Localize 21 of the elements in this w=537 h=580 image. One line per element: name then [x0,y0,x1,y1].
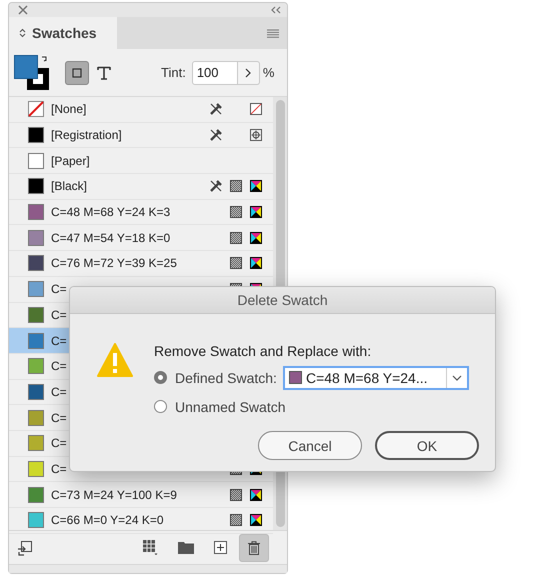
swatch-name: C=48 M=68 Y=24 K=3 [51,205,172,220]
swatch-name: C= [51,410,68,425]
swatch-name: C=66 M=0 Y=24 K=0 [51,513,165,528]
swatch-name: C=73 M=24 Y=100 K=9 [51,488,178,502]
swatch-name: C= [51,308,68,322]
swatch-name: C= [51,384,68,399]
swatch-name: [Paper] [51,154,91,168]
swatch-name: [Registration] [51,128,123,142]
swatch-name: C= [51,436,68,450]
tint-label: Tint: [161,65,186,80]
dialog-heading: Remove Swatch and Replace with: [154,343,372,359]
swatch-name: C= [51,359,68,374]
swatch-name: C= [51,334,68,348]
swatch-name: C=47 M=54 Y=18 K=0 [51,230,172,245]
swatch-name: C= [51,462,68,476]
swatch-name: [None] [51,102,88,116]
swatch-name: C= [51,282,68,296]
swatch-name: [Black] [51,179,88,194]
dialog-title: Delete Swatch [70,287,495,314]
swatch-name: C=76 M=72 Y=39 K=25 [51,256,178,270]
percent-label: % [262,65,274,80]
